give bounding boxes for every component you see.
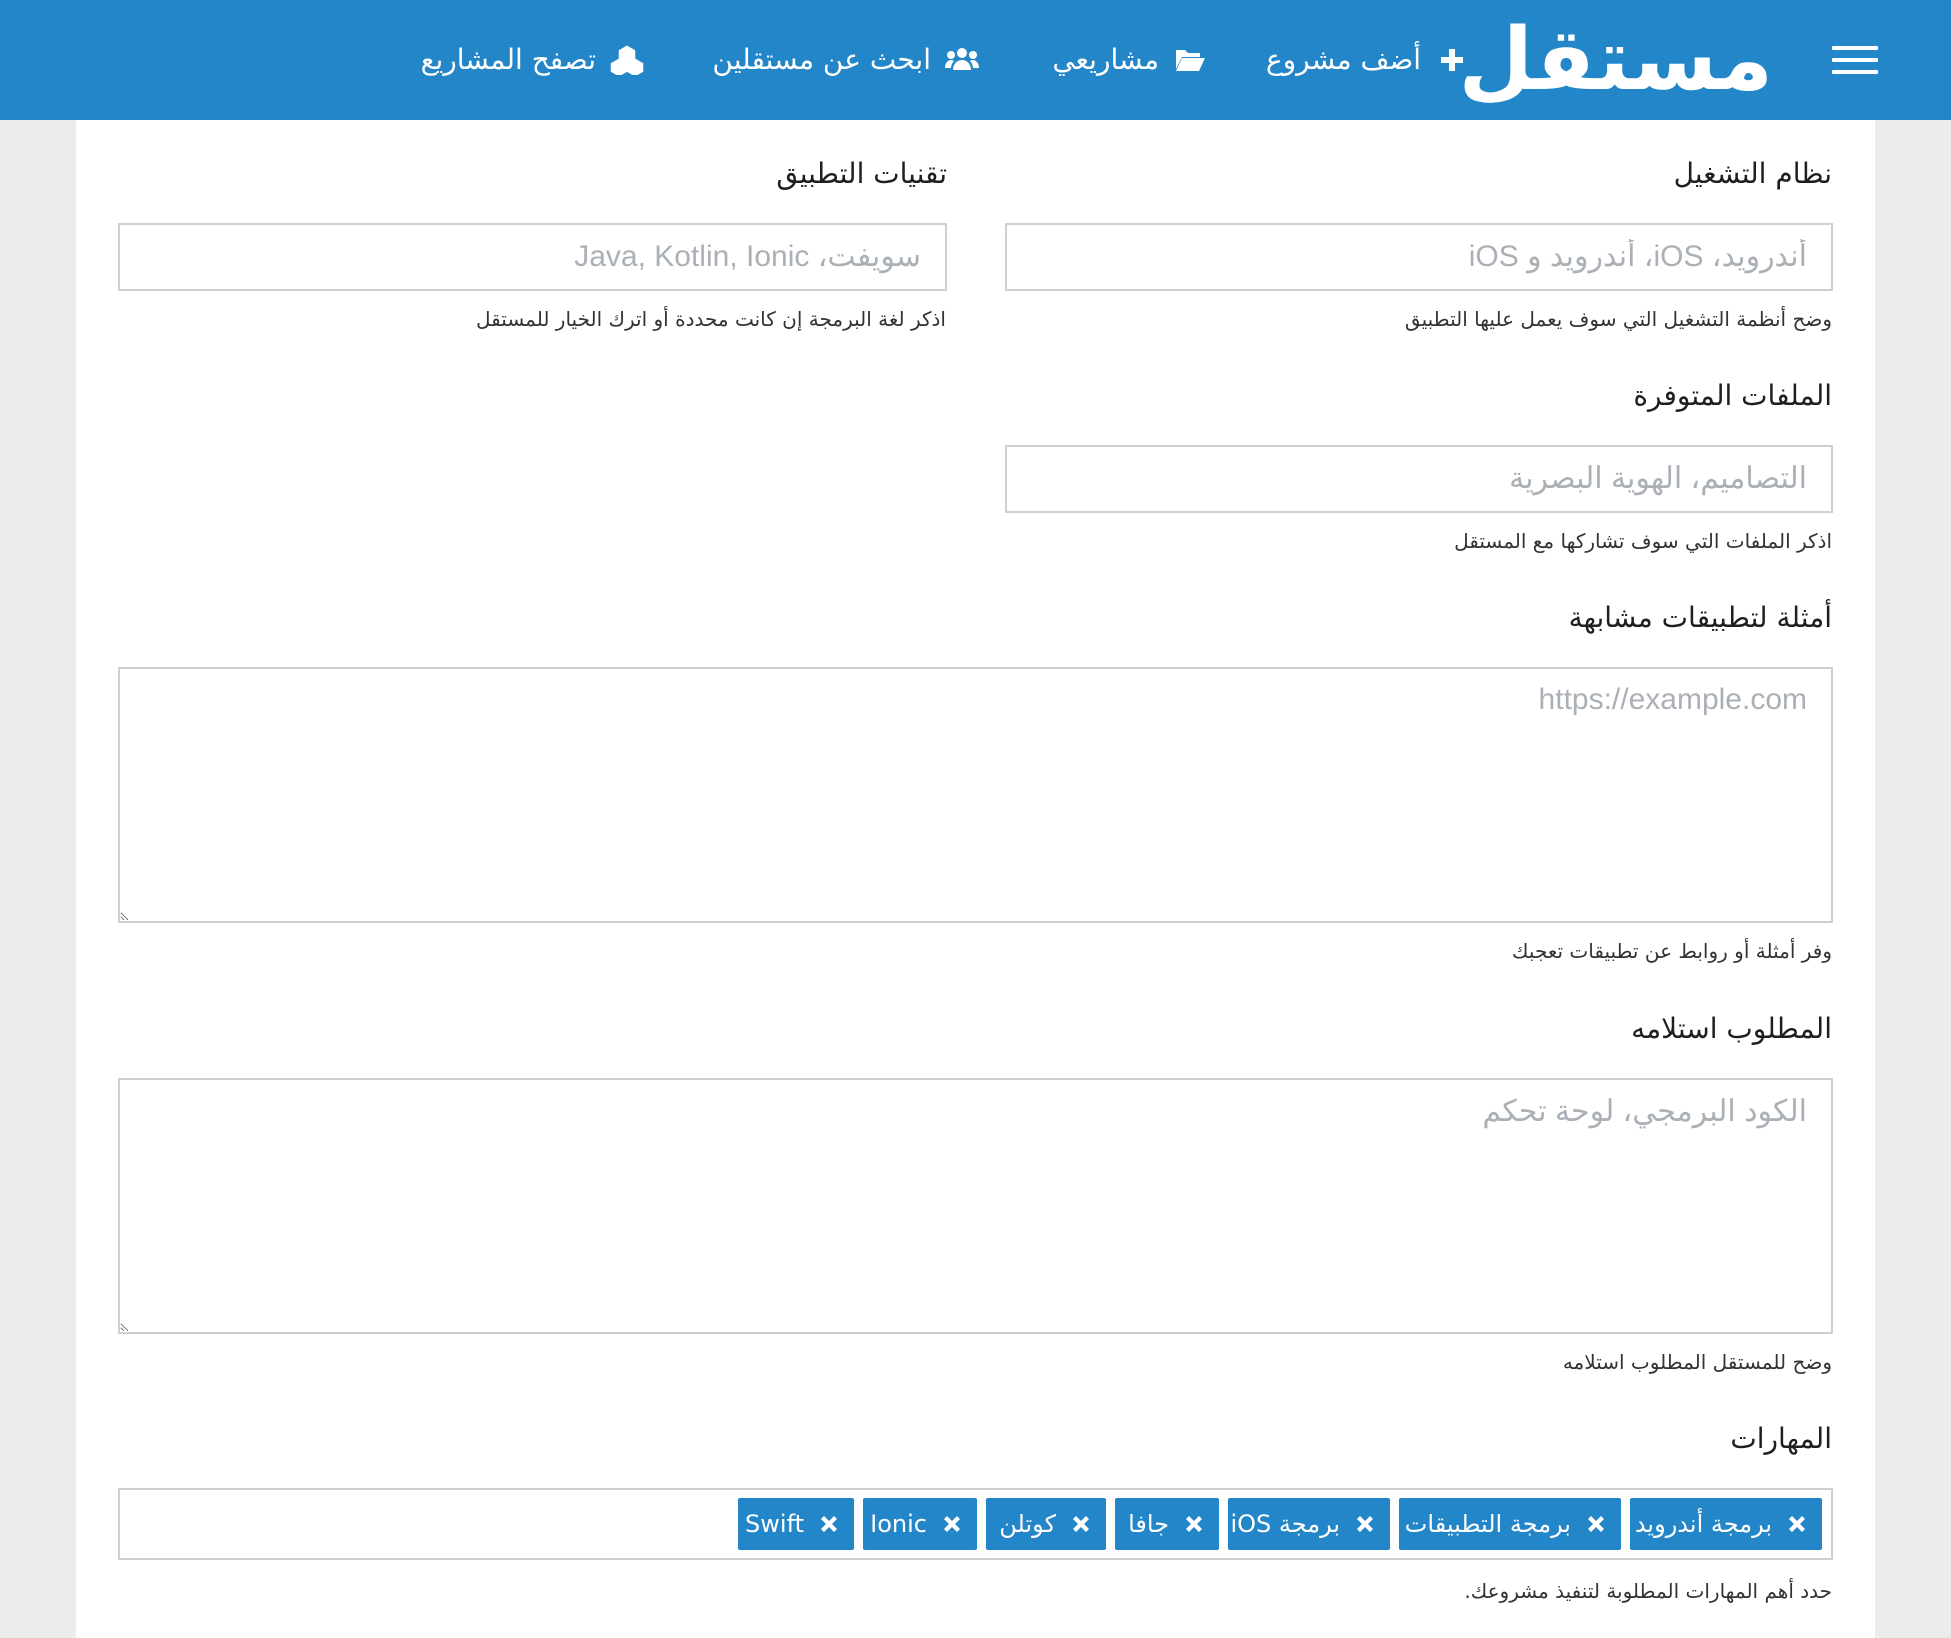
remove-tag-icon[interactable]: [1183, 1513, 1205, 1535]
examples-textarea[interactable]: [118, 667, 1833, 923]
nav-add-project[interactable]: أضف مشروع: [1266, 38, 1471, 82]
deliverables-textarea[interactable]: [118, 1078, 1833, 1334]
users-icon: [943, 38, 981, 82]
skill-tag-label: برمجة التطبيقات: [1404, 1510, 1571, 1538]
files-help: اذكر الملفات التي سوف تشاركها مع المستقل: [1454, 529, 1832, 553]
examples-help: وفر أمثلة أو روابط عن تطبيقات تعجبك: [1512, 939, 1832, 963]
files-input[interactable]: [1005, 445, 1833, 513]
remove-tag-icon[interactable]: [1786, 1513, 1808, 1535]
nav-my-projects-label: مشاريعي: [1052, 43, 1159, 76]
skill-tag[interactable]: جافا: [1115, 1498, 1219, 1550]
cubes-icon: [608, 38, 646, 82]
nav-browse-projects-label: تصفح المشاريع: [420, 43, 596, 76]
remove-tag-icon[interactable]: [1354, 1513, 1376, 1535]
skill-tag[interactable]: برمجة iOS: [1228, 1498, 1390, 1550]
skill-tag[interactable]: Swift: [738, 1498, 854, 1550]
tech-input[interactable]: [118, 223, 947, 291]
menu-icon[interactable]: [1832, 46, 1878, 74]
tech-label: تقنيات التطبيق: [776, 157, 947, 190]
skills-help: حدد أهم المهارات المطلوبة لتنفيذ مشروعك.: [1464, 1579, 1832, 1603]
deliverables-help: وضح للمستقل المطلوب استلامه: [1562, 1350, 1832, 1374]
skill-tag[interactable]: كوتلن: [986, 1498, 1106, 1550]
skill-tag[interactable]: برمجة التطبيقات: [1399, 1498, 1621, 1550]
remove-tag-icon[interactable]: [1070, 1513, 1092, 1535]
skill-tag-label: Ionic: [870, 1510, 927, 1538]
os-help: وضح أنظمة التشغيل التي سوف يعمل عليها ال…: [1404, 307, 1832, 331]
nav-find-freelancers-label: ابحث عن مستقلين: [712, 43, 931, 76]
skill-tag-label: Swift: [745, 1510, 804, 1538]
nav-find-freelancers[interactable]: ابحث عن مستقلين: [712, 38, 981, 82]
remove-tag-icon[interactable]: [941, 1513, 963, 1535]
remove-tag-icon[interactable]: [818, 1513, 840, 1535]
folder-open-icon: [1171, 38, 1209, 82]
remove-tag-icon[interactable]: [1585, 1513, 1607, 1535]
nav-browse-projects[interactable]: تصفح المشاريع: [421, 38, 646, 82]
os-input[interactable]: [1005, 223, 1833, 291]
skill-tag-label: جافا: [1128, 1510, 1169, 1538]
skill-tag-label: برمجة iOS: [1230, 1510, 1340, 1538]
skill-tag-label: كوتلن: [999, 1510, 1056, 1538]
examples-label: أمثلة لتطبيقات مشابهة: [1568, 601, 1832, 634]
skill-tag[interactable]: Ionic: [863, 1498, 977, 1550]
skills-label: المهارات: [1730, 1422, 1832, 1455]
skill-tag[interactable]: برمجة أندرويد: [1630, 1498, 1822, 1550]
nav-my-projects[interactable]: مشاريعي: [1052, 38, 1209, 82]
nav-add-project-label: أضف مشروع: [1265, 43, 1421, 76]
skills-tag-input[interactable]: برمجة أندرويد برمجة التطبيقات برمجة iOS …: [118, 1488, 1833, 1560]
files-label: الملفات المتوفرة: [1633, 379, 1832, 412]
site-logo[interactable]: مستقل: [1458, 8, 1773, 112]
os-label: نظام التشغيل: [1673, 157, 1832, 190]
tech-help: اذكر لغة البرمجة إن كانت محددة أو اترك ا…: [476, 307, 946, 331]
top-navbar: مستقل أضف مشروع مشاريعي ابحث عن مستقلين: [0, 0, 1951, 120]
deliverables-label: المطلوب استلامه: [1631, 1012, 1832, 1045]
plus-icon: [1433, 38, 1471, 82]
skill-tag-label: برمجة أندرويد: [1634, 1510, 1772, 1538]
